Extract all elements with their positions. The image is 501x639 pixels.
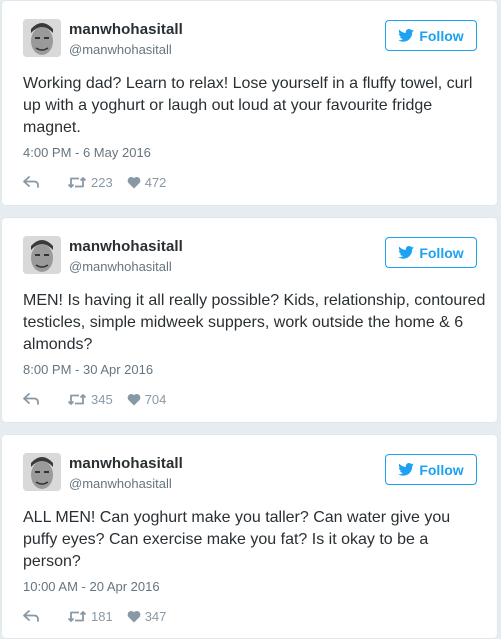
retweet-icon	[67, 176, 87, 188]
follow-label: Follow	[419, 244, 464, 261]
timestamp[interactable]: 4:00 PM - 6 May 2016	[23, 145, 151, 160]
reply-arrow-icon	[23, 610, 39, 622]
heart-icon	[127, 610, 141, 622]
retweet-button[interactable]: 345	[67, 392, 113, 407]
follow-button[interactable]: Follow	[385, 20, 477, 51]
tweet-actions: 223 472	[23, 173, 166, 191]
follow-button[interactable]: Follow	[385, 237, 477, 268]
user-handle[interactable]: @manwhohasitall	[69, 259, 172, 274]
avatar[interactable]	[23, 453, 61, 491]
reply-button[interactable]	[23, 610, 39, 622]
follow-button[interactable]: Follow	[385, 454, 477, 485]
tweet-text: Working dad? Learn to relax! Lose yourse…	[23, 75, 473, 136]
tweet-feed: manwhohasitall @manwhohasitall Follow Wo…	[0, 0, 501, 639]
follow-label: Follow	[419, 27, 464, 44]
avatar[interactable]	[23, 236, 61, 274]
tweet-actions: 345 704	[23, 390, 166, 408]
tweet-text: ALL MEN! Can yoghurt make you taller? Ca…	[23, 509, 451, 570]
follow-label: Follow	[419, 461, 464, 478]
like-count: 347	[144, 608, 167, 624]
like-button[interactable]: 704	[127, 391, 167, 407]
reply-arrow-icon	[23, 393, 39, 405]
reply-button[interactable]	[23, 393, 39, 405]
twitter-bird-icon	[398, 29, 415, 42]
like-button[interactable]: 347	[127, 608, 167, 624]
tweet-card: manwhohasitall @manwhohasitall Follow ME…	[1, 217, 498, 423]
avatar[interactable]	[23, 19, 61, 57]
retweet-count: 223	[91, 174, 113, 190]
retweet-button[interactable]: 223	[67, 175, 113, 190]
retweet-count: 181	[91, 608, 113, 624]
timestamp[interactable]: 8:00 PM - 30 Apr 2016	[23, 362, 153, 377]
user-name[interactable]: manwhohasitall	[69, 455, 183, 472]
twitter-bird-icon	[398, 246, 415, 259]
like-count: 472	[144, 174, 167, 190]
retweet-icon	[67, 393, 87, 405]
retweet-button[interactable]: 181	[67, 609, 113, 624]
twitter-bird-icon	[398, 463, 415, 476]
heart-icon	[127, 176, 141, 188]
timestamp[interactable]: 10:00 AM - 20 Apr 2016	[23, 579, 160, 594]
user-name[interactable]: manwhohasitall	[69, 238, 183, 255]
like-button[interactable]: 472	[127, 174, 167, 190]
user-handle[interactable]: @manwhohasitall	[69, 42, 172, 57]
tweet-actions: 181 347	[23, 607, 166, 625]
retweet-icon	[67, 610, 87, 622]
user-handle[interactable]: @manwhohasitall	[69, 476, 172, 491]
heart-icon	[127, 393, 141, 405]
tweet-text: MEN! Is having it all really possible? K…	[23, 292, 486, 353]
tweet-card: manwhohasitall @manwhohasitall Follow AL…	[1, 434, 498, 639]
user-name[interactable]: manwhohasitall	[69, 21, 183, 38]
reply-button[interactable]	[23, 176, 39, 188]
like-count: 704	[144, 391, 167, 407]
retweet-count: 345	[91, 391, 113, 407]
tweet-card: manwhohasitall @manwhohasitall Follow Wo…	[1, 0, 498, 206]
reply-arrow-icon	[23, 176, 39, 188]
